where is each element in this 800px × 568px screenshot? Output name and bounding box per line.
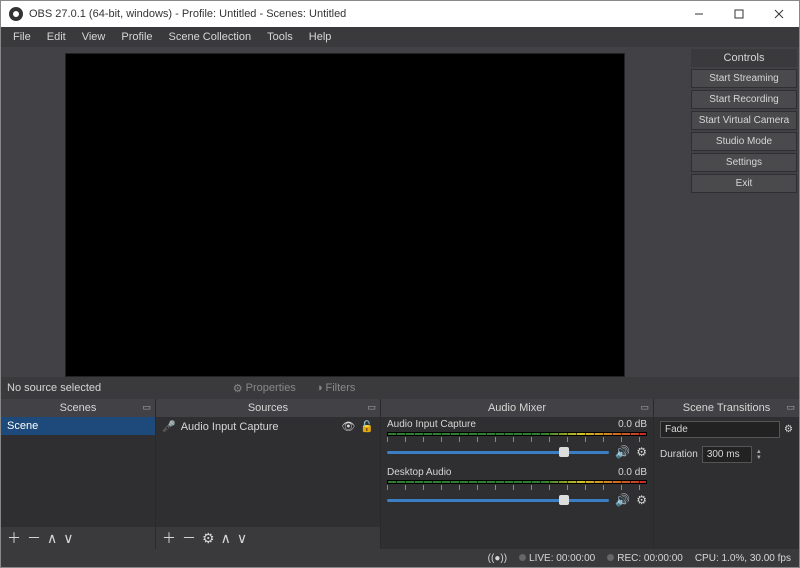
menu-scene-collection[interactable]: Scene Collection <box>161 29 260 45</box>
menu-edit[interactable]: Edit <box>39 29 74 45</box>
source-status: No source selected <box>7 382 219 394</box>
lock-icon[interactable]: 🔓 <box>360 420 374 433</box>
exit-button[interactable]: Exit <box>691 174 797 193</box>
speaker-icon[interactable]: 🔊 <box>615 445 630 459</box>
close-button[interactable] <box>759 1 799 27</box>
mixer-channel: Audio Input Capture 0.0 dB 🔊 ⚙ <box>381 417 653 465</box>
scene-down-button[interactable]: ∨ <box>63 530 73 547</box>
settings-button[interactable]: Settings <box>691 153 797 172</box>
app-window: OBS 27.0.1 (64-bit, windows) - Profile: … <box>0 0 800 568</box>
audio-meter <box>387 432 647 436</box>
remove-scene-button[interactable]: － <box>27 528 41 548</box>
filters-icon: ◑ <box>316 382 323 394</box>
live-dot-icon <box>519 554 526 561</box>
start-virtual-camera-button[interactable]: Start Virtual Camera <box>691 111 797 130</box>
menubar: File Edit View Profile Scene Collection … <box>1 27 799 47</box>
preview-canvas[interactable] <box>65 53 625 377</box>
channel-gear-icon[interactable]: ⚙ <box>636 493 647 507</box>
speaker-icon[interactable]: 🔊 <box>615 493 630 507</box>
source-settings-button[interactable]: ⚙ <box>202 530 215 547</box>
maximize-button[interactable] <box>719 1 759 27</box>
volume-slider[interactable] <box>387 499 609 502</box>
volume-slider[interactable] <box>387 451 609 454</box>
audio-meter <box>387 480 647 484</box>
source-label: Audio Input Capture <box>181 421 279 433</box>
scenes-dock: Scenes ▭ Scene ＋ － ∧ ∨ <box>1 399 156 549</box>
studio-mode-button[interactable]: Studio Mode <box>691 132 797 151</box>
meter-ticks <box>387 485 647 490</box>
add-scene-button[interactable]: ＋ <box>7 528 21 548</box>
dock-handle-icon[interactable]: ▭ <box>640 402 649 413</box>
obs-logo-icon <box>9 7 23 21</box>
mic-icon: 🎤 <box>162 420 176 433</box>
dock-handle-icon[interactable]: ▭ <box>786 402 795 413</box>
gear-icon: ⚙ <box>233 382 243 395</box>
window-title: OBS 27.0.1 (64-bit, windows) - Profile: … <box>29 8 679 20</box>
source-toolbar: No source selected ⚙Properties ◑Filters <box>1 377 799 399</box>
channel-db: 0.0 dB <box>618 419 647 430</box>
cpu-status: CPU: 1.0%, 30.00 fps <box>695 553 791 564</box>
duration-label: Duration <box>660 449 698 460</box>
menu-tools[interactable]: Tools <box>259 29 301 45</box>
channel-name: Audio Input Capture <box>387 419 476 430</box>
sources-dock: Sources ▭ 🎤 Audio Input Capture 👁 🔓 ＋ － ⚙… <box>156 399 381 549</box>
source-item[interactable]: 🎤 Audio Input Capture 👁 🔓 <box>156 417 380 436</box>
start-recording-button[interactable]: Start Recording <box>691 90 797 109</box>
filters-button[interactable]: ◑Filters <box>310 380 362 396</box>
dock-handle-icon[interactable]: ▭ <box>367 402 376 413</box>
dock-handle-icon[interactable]: ▭ <box>142 402 151 413</box>
source-up-button[interactable]: ∧ <box>221 530 231 547</box>
mixer-title: Audio Mixer <box>488 402 546 414</box>
remove-source-button[interactable]: － <box>182 528 196 548</box>
meter-ticks <box>387 437 647 442</box>
transitions-title: Scene Transitions <box>683 402 770 414</box>
start-streaming-button[interactable]: Start Streaming <box>691 69 797 88</box>
menu-view[interactable]: View <box>74 29 114 45</box>
source-down-button[interactable]: ∨ <box>237 530 247 547</box>
menu-help[interactable]: Help <box>301 29 340 45</box>
properties-button[interactable]: ⚙Properties <box>227 380 302 397</box>
mixer-channel: Desktop Audio 0.0 dB 🔊 ⚙ <box>381 465 653 513</box>
audio-mixer-dock: Audio Mixer ▭ Audio Input Capture 0.0 dB 🔊… <box>381 399 654 549</box>
channel-gear-icon[interactable]: ⚙ <box>636 445 647 459</box>
controls-title: Controls <box>691 49 797 67</box>
minimize-button[interactable] <box>679 1 719 27</box>
live-status: LIVE: 00:00:00 <box>529 553 595 564</box>
channel-db: 0.0 dB <box>618 467 647 478</box>
titlebar[interactable]: OBS 27.0.1 (64-bit, windows) - Profile: … <box>1 1 799 27</box>
statusbar: ((●)) LIVE: 00:00:00 REC: 00:00:00 CPU: … <box>1 549 799 567</box>
channel-name: Desktop Audio <box>387 467 452 478</box>
menu-profile[interactable]: Profile <box>113 29 160 45</box>
transition-select[interactable]: Fade <box>660 421 780 438</box>
sources-title: Sources <box>248 402 288 414</box>
rec-dot-icon <box>607 554 614 561</box>
controls-panel: Controls Start Streaming Start Recording… <box>689 47 799 377</box>
transition-gear-icon[interactable]: ⚙ <box>784 424 793 435</box>
broadcast-icon: ((●)) <box>488 553 507 564</box>
bottom-docks: Scenes ▭ Scene ＋ － ∧ ∨ Sources ▭ 🎤 Audio I… <box>1 399 799 549</box>
scenes-title: Scenes <box>60 402 97 414</box>
rec-status: REC: 00:00:00 <box>617 553 683 564</box>
add-source-button[interactable]: ＋ <box>162 528 176 548</box>
transitions-dock: Scene Transitions ▭ Fade ⚙ Duration 300 m… <box>654 399 799 549</box>
duration-input[interactable]: 300 ms <box>702 446 752 463</box>
duration-spinner[interactable]: ▲▼ <box>756 449 762 461</box>
scene-item[interactable]: Scene <box>1 417 155 435</box>
scene-up-button[interactable]: ∧ <box>47 530 57 547</box>
menu-file[interactable]: File <box>5 29 39 45</box>
visibility-icon[interactable]: 👁 <box>341 420 355 433</box>
